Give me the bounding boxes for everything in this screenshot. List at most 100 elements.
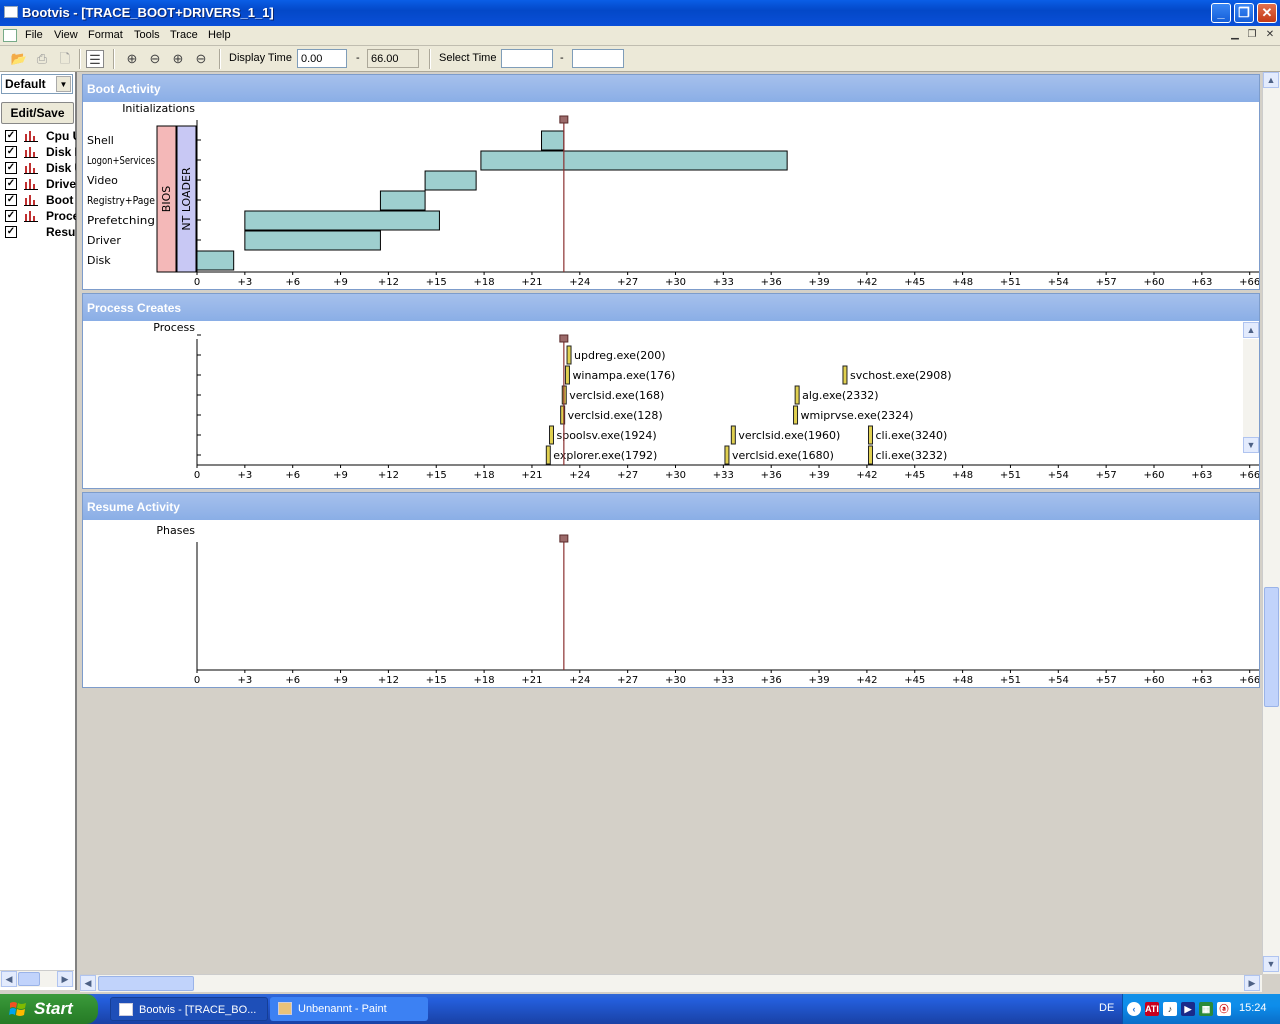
resume-activity-chart[interactable]: Phases 0 +3 +6 +9 +12 +15 +18 +21 +24 +27 +30 +33 +36… xyxy=(83,520,1259,688)
main-vertical-scrollbar[interactable]: ▲ ▼ xyxy=(1262,72,1280,974)
graph-toggle-item[interactable]: ✓ Disk Utilization xyxy=(4,161,76,176)
graph-toggle-item[interactable]: ✓ Driver Delays xyxy=(4,177,76,192)
acrobat-icon[interactable]: ⓐ xyxy=(1217,1002,1231,1016)
menu-format[interactable]: Format xyxy=(88,29,123,41)
row-label: Video xyxy=(87,174,118,187)
scroll-thumb[interactable] xyxy=(18,972,40,986)
process-bar xyxy=(724,445,730,465)
process-label: verclsid.exe(128) xyxy=(568,409,663,422)
x-tick-label: +9 xyxy=(333,470,348,481)
main-horizontal-scrollbar[interactable]: ◀ ▶ xyxy=(80,974,1262,992)
graph-toggle-label: Disk Utilization xyxy=(46,161,76,175)
process-bar xyxy=(793,405,799,425)
scroll-thumb[interactable] xyxy=(1264,587,1279,707)
list-view-icon[interactable]: ☰ xyxy=(86,50,104,68)
x-tick-label: +33 xyxy=(713,277,734,288)
menu-file[interactable]: File xyxy=(25,29,43,41)
activity-bar xyxy=(424,170,477,191)
checkbox[interactable]: ✓ xyxy=(5,194,17,206)
network-icon[interactable]: ▦ xyxy=(1199,1002,1213,1016)
speaker-icon[interactable]: ♪ xyxy=(1163,1002,1177,1016)
menu-help[interactable]: Help xyxy=(208,29,231,41)
bar-chart-icon xyxy=(24,195,38,206)
document-icon[interactable] xyxy=(3,29,17,42)
resume-activity-panel: Resume Activity Phases 0 +3 +6 +9 +12 +15 +18 +2… xyxy=(82,492,1260,688)
maximize-button[interactable]: ❐ xyxy=(1234,3,1254,23)
media-player-icon[interactable]: ▶ xyxy=(1181,1002,1195,1016)
graph-toggle-item[interactable]: ✓ Process Creates xyxy=(4,209,76,224)
print-icon[interactable]: ⎙ xyxy=(33,50,51,68)
process-label: cli.exe(3240) xyxy=(875,429,947,442)
x-tick-label: +27 xyxy=(617,470,638,481)
x-tick-label: +21 xyxy=(521,470,542,481)
minimize-button[interactable]: _ xyxy=(1211,3,1231,23)
checkbox[interactable]: ✓ xyxy=(5,210,17,222)
scroll-right-icon[interactable]: ▶ xyxy=(1244,975,1260,991)
language-indicator[interactable]: DE xyxy=(1099,1002,1114,1014)
process-creates-chart[interactable]: Process 0 +3 +6 +9 +12 +15 +18 +21 +24 +27 +30 +33 +3… xyxy=(83,321,1259,489)
menu-view[interactable]: View xyxy=(54,29,78,41)
menu-trace[interactable]: Trace xyxy=(170,29,198,41)
zoom-in-icon[interactable]: ⊕ xyxy=(123,50,141,68)
x-tick-label: +42 xyxy=(856,675,877,686)
zoom-out-vertical-icon[interactable]: ⊖ xyxy=(192,50,210,68)
select-time-from-input[interactable] xyxy=(501,49,553,68)
graph-toggle-item[interactable]: ✓ Resume Activity xyxy=(4,225,76,240)
open-icon[interactable]: 📂 xyxy=(10,50,28,68)
activity-bar xyxy=(379,190,426,211)
clock: 15:24 xyxy=(1239,1002,1267,1014)
scroll-right-icon[interactable]: ▶ xyxy=(57,971,73,987)
mdi-close-icon[interactable]: ✕ xyxy=(1263,29,1277,42)
scroll-up-icon[interactable]: ▲ xyxy=(1263,72,1279,88)
process-label: updreg.exe(200) xyxy=(574,349,666,362)
close-button[interactable]: ✕ xyxy=(1257,3,1277,23)
bar-chart-icon xyxy=(24,179,38,190)
ati-icon[interactable]: ATI xyxy=(1145,1002,1159,1016)
x-tick-label: +15 xyxy=(426,470,447,481)
display-time-from-input[interactable] xyxy=(297,49,347,68)
display-time-to-input[interactable] xyxy=(367,49,419,68)
scroll-up-icon[interactable]: ▲ xyxy=(1243,322,1259,338)
checkbox[interactable]: ✓ xyxy=(5,146,17,158)
graph-toggle-item[interactable]: ✓ Disk I/O xyxy=(4,145,76,160)
x-tick-label: +15 xyxy=(426,277,447,288)
chevron-down-icon[interactable]: ▼ xyxy=(56,76,71,92)
x-tick-label: +60 xyxy=(1143,470,1164,481)
graph-toggle-item[interactable]: ✓ Cpu Usage xyxy=(4,129,76,144)
scroll-left-icon[interactable]: ◀ xyxy=(1,971,17,987)
mdi-minimize-icon[interactable]: ▁ xyxy=(1228,29,1242,42)
x-tick-label: +18 xyxy=(474,470,495,481)
scroll-down-icon[interactable]: ▼ xyxy=(1243,437,1259,453)
checkbox[interactable]: ✓ xyxy=(5,162,17,174)
print-preview-icon[interactable]: 🗋 xyxy=(56,50,74,68)
x-tick-label: +66 xyxy=(1239,675,1259,686)
mdi-restore-icon[interactable]: ❐ xyxy=(1245,29,1259,42)
task-bootvis[interactable]: Bootvis - [TRACE_BO... xyxy=(110,997,268,1021)
bar-chart-icon xyxy=(24,131,38,142)
graph-area: Boot Activity Initializations 0 +3 +6 +9 +12 +… xyxy=(80,72,1262,974)
boot-phase-label: BIOS xyxy=(160,186,173,212)
scroll-down-icon[interactable]: ▼ xyxy=(1263,956,1279,972)
select-time-to-input[interactable] xyxy=(572,49,624,68)
edit-save-button[interactable]: Edit/Save xyxy=(1,102,74,124)
graph-toggle-item[interactable]: ✓ Boot Activity xyxy=(4,193,76,208)
boot-activity-chart[interactable]: Initializations 0 +3 +6 +9 +12 +15 +18 +21 +24 +27… xyxy=(83,102,1259,290)
checkbox[interactable]: ✓ xyxy=(5,130,17,142)
window-title: Bootvis - [TRACE_BOOT+DRIVERS_1_1] xyxy=(22,5,274,20)
scroll-thumb[interactable] xyxy=(98,976,194,991)
sidebar-horizontal-scrollbar[interactable]: ◀ ▶ xyxy=(0,970,74,987)
view-select[interactable]: Default ▼ xyxy=(1,74,73,94)
checkbox[interactable]: ✓ xyxy=(5,226,17,238)
task-paint[interactable]: Unbenannt - Paint xyxy=(270,997,428,1021)
zoom-in-vertical-icon[interactable]: ⊕ xyxy=(169,50,187,68)
x-tick-label: +39 xyxy=(808,470,829,481)
scroll-left-icon[interactable]: ◀ xyxy=(80,975,96,991)
menu-tools[interactable]: Tools xyxy=(134,29,160,41)
process-bar xyxy=(794,385,800,405)
zoom-out-icon[interactable]: ⊖ xyxy=(146,50,164,68)
x-tick-label: +51 xyxy=(1000,470,1021,481)
start-button[interactable]: Start xyxy=(0,994,98,1024)
panel-scrollbar-track[interactable] xyxy=(1243,339,1259,437)
show-hidden-icons-icon[interactable]: ‹ xyxy=(1127,1002,1141,1016)
checkbox[interactable]: ✓ xyxy=(5,178,17,190)
